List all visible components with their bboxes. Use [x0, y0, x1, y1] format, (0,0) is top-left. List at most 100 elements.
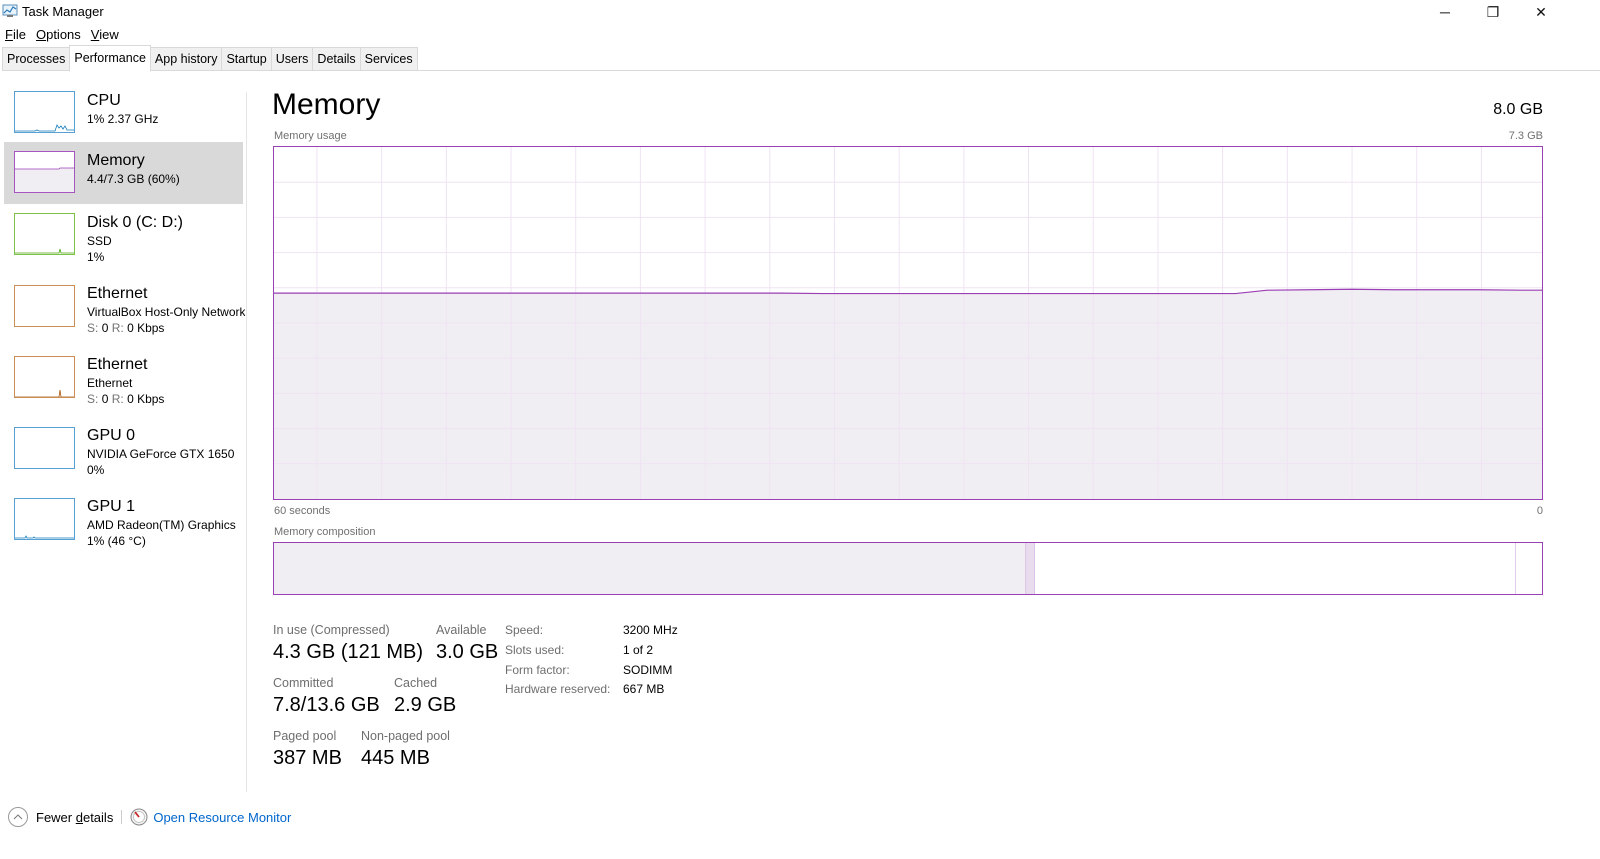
sidebar-subtitle-2: 1% (46 °C) — [87, 534, 146, 548]
close-button[interactable]: ✕ — [1518, 0, 1564, 24]
composition-segment-standby — [1034, 543, 1516, 594]
link-text: etails — [82, 809, 114, 825]
menu-file[interactable]: File — [0, 25, 31, 45]
sidebar-subtitle: 4.4/7.3 GB (60%) — [87, 172, 180, 186]
cpu-thumbnail-graph — [14, 91, 75, 133]
available-value: 3.0 GB — [436, 641, 499, 663]
memory-thumbnail-graph — [14, 151, 75, 193]
sidebar-subtitle-2: S: 0 R: 0 Kbps — [87, 392, 245, 406]
committed-value: 7.8/13.6 GB — [273, 694, 380, 716]
speed-value: 3200 MHz — [623, 623, 678, 637]
sidebar-subtitle: NVIDIA GeForce GTX 1650 — [87, 447, 235, 461]
fewer-details-button[interactable] — [8, 807, 28, 827]
sidebar-divider — [246, 92, 247, 792]
sidebar-title: GPU 0 — [87, 427, 136, 444]
sidebar-title: CPU — [87, 92, 121, 109]
slots-used-value: 1 of 2 — [623, 643, 654, 657]
disk-thumbnail-graph — [14, 213, 75, 255]
restore-icon: ❐ — [1486, 3, 1500, 20]
link-accel: d — [75, 809, 83, 825]
receive-value: 0 Kbps — [127, 321, 165, 335]
speed-label: Speed: — [505, 623, 544, 637]
sidebar-item-ethernet[interactable]: Ethernet Ethernet S: 0 R: 0 Kbps — [4, 346, 243, 417]
tab-processes[interactable]: Processes — [2, 47, 71, 70]
sidebar-title: GPU 1 — [87, 498, 136, 515]
menu-view[interactable]: View — [86, 25, 124, 45]
sidebar-item-disk[interactable]: Disk 0 (C: D:) SSD 1% — [4, 204, 243, 275]
available-label: Available — [436, 623, 487, 637]
sidebar-subtitle: VirtualBox Host-Only Network — [87, 305, 245, 319]
sidebar-subtitle: 1% 2.37 GHz — [87, 112, 159, 126]
menu-label: iew — [99, 27, 119, 42]
menu-accel: F — [5, 27, 13, 42]
total-memory: 8.0 GB — [1493, 101, 1543, 118]
paged-pool-label: Paged pool — [273, 729, 337, 743]
cached-label: Cached — [394, 676, 438, 690]
sidebar-title: Disk 0 (C: D:) — [87, 214, 183, 231]
tab-services[interactable]: Services — [359, 47, 418, 70]
slots-used-label: Slots used: — [505, 643, 565, 657]
form-factor-label: Form factor: — [505, 663, 570, 677]
hardware-reserved-value: 667 MB — [623, 682, 665, 696]
committed-label: Committed — [273, 676, 334, 690]
tab-performance[interactable]: Performance — [69, 45, 151, 72]
hardware-reserved-label: Hardware reserved: — [505, 682, 611, 696]
gpu-thumbnail-graph — [14, 498, 75, 540]
cached-value: 2.9 GB — [394, 694, 457, 716]
menu-bar: File Options View — [0, 25, 124, 45]
tab-details[interactable]: Details — [312, 47, 361, 70]
paged-pool-value: 387 MB — [273, 747, 342, 769]
close-icon: ✕ — [1535, 3, 1547, 20]
sidebar-title: Ethernet — [87, 285, 148, 302]
task-manager-icon — [2, 4, 18, 17]
tab-startup[interactable]: Startup — [221, 47, 272, 70]
menu-options[interactable]: Options — [31, 25, 86, 45]
sidebar-item-cpu[interactable]: CPU 1% 2.37 GHz — [4, 80, 243, 142]
tab-users[interactable]: Users — [270, 47, 314, 70]
composition-segment-modified — [1026, 543, 1035, 594]
open-resource-monitor-link[interactable]: Open Resource Monitor — [153, 810, 291, 825]
x-axis-right-label: 0 — [1536, 505, 1543, 517]
non-paged-pool-value: 445 MB — [361, 747, 430, 769]
sidebar-item-gpu-1[interactable]: GPU 1 AMD Radeon(TM) Graphics 1% (46 °C) — [4, 488, 243, 559]
page-title: Memory — [272, 88, 381, 121]
menu-accel: V — [90, 27, 100, 42]
sidebar-subtitle-2: 0% — [87, 463, 105, 477]
non-paged-pool-label: Non-paged pool — [361, 729, 450, 743]
receive-label: R: — [111, 392, 124, 406]
tab-bar: Processes Performance App history Startu… — [2, 45, 1600, 72]
minimize-button[interactable]: ─ — [1422, 0, 1468, 24]
window-title: Task Manager — [22, 4, 104, 19]
send-label: S: — [87, 392, 99, 406]
tab-app-history[interactable]: App history — [149, 47, 223, 70]
send-value: 0 — [101, 321, 109, 335]
ethernet-thumbnail-graph — [14, 285, 75, 327]
footer: Fewer details Open Resource Monitor — [8, 806, 291, 828]
resource-monitor-icon — [130, 808, 148, 826]
memory-usage-max: 7.3 GB — [1508, 130, 1543, 142]
sidebar-subtitle: SSD — [87, 234, 112, 248]
composition-segment-free — [1515, 543, 1542, 594]
sidebar-subtitle-2: S: 0 R: 0 Kbps — [87, 321, 245, 335]
chevron-up-icon — [13, 814, 23, 820]
x-axis-left-label: 60 seconds — [274, 505, 331, 517]
ethernet-thumbnail-graph — [14, 356, 75, 398]
sidebar-subtitle: AMD Radeon(TM) Graphics — [87, 518, 236, 532]
sidebar-item-memory[interactable]: Memory 4.4/7.3 GB (60%) — [4, 142, 243, 204]
sidebar-item-gpu-0[interactable]: GPU 0 NVIDIA GeForce GTX 1650 0% — [4, 417, 243, 488]
footer-divider — [121, 810, 123, 824]
memory-usage-label: Memory usage — [274, 130, 347, 142]
minimize-icon: ─ — [1440, 4, 1450, 20]
sidebar-subtitle: Ethernet — [87, 376, 133, 390]
memory-usage-chart — [273, 146, 1543, 500]
menu-accel: O — [35, 27, 47, 42]
form-factor-value: SODIMM — [623, 663, 673, 677]
memory-composition-bar — [273, 542, 1543, 595]
restore-button[interactable]: ❐ — [1470, 0, 1516, 24]
link-text: Fewer — [36, 809, 76, 825]
memory-composition-label: Memory composition — [274, 526, 376, 538]
sidebar-title: Memory — [87, 152, 145, 169]
fewer-details-link[interactable]: Fewer details — [36, 810, 113, 825]
sidebar-title: Ethernet — [87, 356, 148, 373]
sidebar-item-ethernet-virtualbox[interactable]: Ethernet VirtualBox Host-Only Network S:… — [4, 275, 245, 346]
